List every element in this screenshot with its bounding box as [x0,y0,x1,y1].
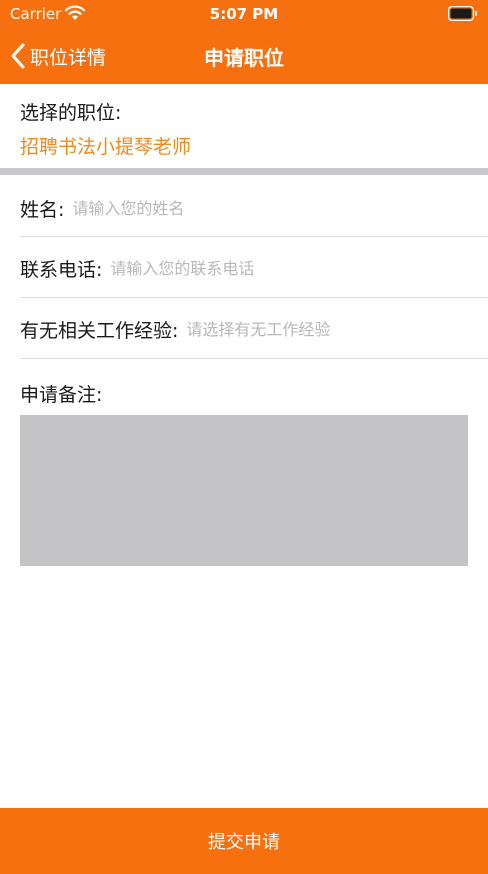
phone-row: 联系电话: [0,238,488,298]
experience-label: 有无相关工作经验: [20,319,179,342]
phone-input[interactable] [110,258,488,278]
selected-position-section: 选择的职位: 招聘书法小提琴老师 [0,84,488,168]
submit-button[interactable]: 提交申请 [0,808,488,874]
nav-bar: 职位详情 申请职位 [0,28,488,84]
divider [20,236,488,237]
page-title: 申请职位 [204,46,284,70]
battery-icon [448,6,477,21]
experience-row: 有无相关工作经验: [0,299,488,359]
status-bar: Carrier 5:07 PM [0,0,488,28]
status-time: 5:07 PM [209,5,279,23]
divider [20,297,488,298]
header-bar: Carrier 5:07 PM 职位详情 申请职位 [0,0,488,84]
position-label: 选择的职位: [20,102,122,124]
experience-select[interactable] [186,319,488,339]
divider [20,358,488,359]
name-row: 姓名: [0,178,488,238]
phone-label: 联系电话: [20,258,103,281]
name-label: 姓名: [20,198,65,221]
position-value: 招聘书法小提琴老师 [20,136,192,158]
name-input[interactable] [72,198,488,218]
section-separator [0,168,488,175]
remark-label: 申请备注: [20,384,103,406]
remark-textarea[interactable] [20,415,468,566]
